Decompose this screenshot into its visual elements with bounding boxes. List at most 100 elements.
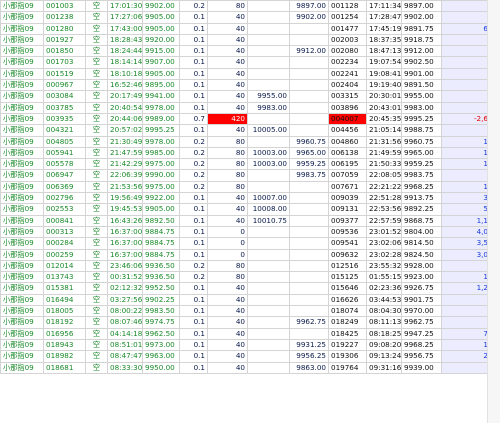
product-name-cell: 小那指09: [0, 214, 44, 227]
take-profit-cell: 9983.75: [289, 169, 329, 182]
table-row[interactable]: 小那指09 001003 空 17:01:30 9902.00 0.2 80 9897.00 0…: [0, 0, 500, 13]
table-row[interactable]: 小那指09 000967 空 16:52:46 9895.00 0.1 40 002404 19…: [0, 79, 500, 92]
table-row[interactable]: 小那指09 006369 空 21:53:56 9975.00 0.2 80 007671 22…: [0, 180, 500, 194]
lots-cell: 0.1: [179, 316, 208, 329]
margin-cell: 80: [207, 271, 248, 284]
open-price-cell: 9978.00: [142, 101, 180, 114]
table-row[interactable]: 小那指09 002796 空 19:56:49 9922.00 0.1 40 10007.00…: [0, 192, 500, 205]
open-price-cell: 9884.75: [142, 237, 180, 250]
close-price-cell: 9939.00: [401, 361, 442, 374]
stop-loss-cell: 10010.75: [247, 214, 290, 227]
table-row[interactable]: 小那指09 001927 空 18:28:43 9920.00 0.1 40 002003 18…: [0, 33, 500, 47]
product-name-cell: 小那指09: [0, 56, 44, 69]
open-order-id-cell: 001927: [43, 33, 86, 47]
table-row[interactable]: 小那指09 001519 空 18:10:18 9905.00 0.1 40 002241 19…: [0, 67, 500, 81]
table-row[interactable]: 小那指09 018982 空 08:47:47 9963.00 0.1 40 9956.25 0…: [0, 350, 500, 363]
stop-loss-cell: [247, 67, 290, 81]
close-price-cell: 9968.25: [401, 180, 442, 194]
open-order-id-cell: 000259: [43, 248, 86, 261]
table-row[interactable]: 小那指09 004321 空 20:57:02 9995.25 0.1 40 10005.00…: [0, 124, 500, 137]
close-price-cell: 9983.75: [401, 169, 442, 182]
close-order-id-cell: 018425: [328, 327, 367, 340]
close-price-cell: 9901.75: [401, 293, 442, 307]
product-name-cell: 小那指09: [0, 67, 44, 81]
product-name-cell: 小那指09: [0, 90, 44, 103]
open-time-cell: 18:24:44: [107, 45, 143, 58]
take-profit-cell: [289, 192, 329, 205]
margin-cell: 80: [207, 169, 248, 182]
lots-cell: 0.1: [179, 214, 208, 227]
close-time-cell: 23:02:06: [366, 237, 402, 250]
open-time-cell: 16:52:46: [107, 79, 143, 92]
open-order-id-cell: 004805: [43, 135, 86, 148]
close-order-id-cell: 015646: [328, 282, 367, 295]
lots-cell: 0.1: [179, 350, 208, 363]
open-price-cell: 9973.00: [142, 338, 180, 352]
table-row[interactable]: 小那指09 016956 空 04:14:18 9962.50 0.1 40 018425 08…: [0, 327, 500, 340]
table-row[interactable]: 小那指09 003935 空 20:44:06 9989.00 0.7 420 004007 2…: [0, 112, 500, 126]
close-order-id-cell: 004007: [328, 112, 367, 126]
take-profit-cell: [289, 293, 329, 307]
close-order-id-cell: 002241: [328, 67, 367, 81]
stop-loss-cell: 10003.00: [247, 146, 290, 160]
open-price-cell: 9922.00: [142, 192, 180, 205]
vertical-scrollbar[interactable]: [487, 0, 500, 423]
margin-cell: 40: [207, 305, 248, 318]
table-row[interactable]: 小那指09 005578 空 21:42:29 9975.00 0.2 80 10003.00…: [0, 158, 500, 171]
table-row[interactable]: 小那指09 016494 空 03:27:56 9902.25 0.1 40 016626 03…: [0, 293, 500, 307]
product-name-cell: 小那指09: [0, 293, 44, 307]
close-time-cell: 09:31:16: [366, 361, 402, 374]
open-time-cell: 00:31:52: [107, 271, 143, 284]
margin-cell: 80: [207, 135, 248, 148]
product-name-cell: 小那指09: [0, 192, 44, 205]
margin-cell: 40: [207, 361, 248, 374]
table-row[interactable]: 小那指09 015381 空 02:12:32 9952.50 0.1 40 015646 02…: [0, 282, 500, 295]
close-order-id-cell: 012516: [328, 259, 367, 273]
table-row[interactable]: 小那指09 000284 空 16:37:00 9884.75 0.1 0 009541 23:…: [0, 237, 500, 250]
open-time-cell: 08:07:46: [107, 316, 143, 329]
lots-cell: 0.1: [179, 237, 208, 250]
direction-cell: 空: [85, 305, 108, 318]
table-row[interactable]: 小那指09 001703 空 18:14:14 9907.00 0.1 40 002234 19…: [0, 56, 500, 69]
open-price-cell: 9936.50: [142, 259, 180, 273]
margin-cell: 40: [207, 338, 248, 352]
close-price-cell: 9959.25: [401, 158, 442, 171]
table-row[interactable]: 小那指09 018192 空 08:07:46 9974.75 0.1 40 9962.75 0…: [0, 316, 500, 329]
open-time-cell: 21:42:29: [107, 158, 143, 171]
product-name-cell: 小那指09: [0, 259, 44, 273]
table-row[interactable]: 小那指09 002553 空 19:45:53 9905.00 0.1 40 10008.00…: [0, 203, 500, 216]
table-row[interactable]: 小那指09 001280 空 17:43:00 9905.00 0.1 40 001477 17…: [0, 22, 500, 35]
table-row[interactable]: 小那指09 005941 空 21:47:59 9985.00 0.2 80 10003.00…: [0, 146, 500, 160]
table-row[interactable]: 小那指09 018943 空 08:51:01 9973.00 0.1 40 9931.25 0…: [0, 338, 500, 352]
open-time-cell: 20:44:06: [107, 112, 143, 126]
product-name-cell: 小那指09: [0, 124, 44, 137]
close-price-cell: 9868.75: [401, 214, 442, 227]
table-row[interactable]: 小那指09 001238 空 17:27:06 9905.00 0.1 40 9902.00 0…: [0, 11, 500, 24]
open-order-id-cell: 016956: [43, 327, 86, 340]
table-row[interactable]: 小那指09 006947 空 22:06:39 9990.00 0.2 80 9983.75 0…: [0, 169, 500, 182]
table-row[interactable]: 小那指09 001850 空 18:24:44 9915.00 0.1 40 9912.00 0…: [0, 45, 500, 58]
lots-cell: 0.1: [179, 45, 208, 58]
table-row[interactable]: 小那指09 012014 空 23:46:06 9936.50 0.2 80 012516 23…: [0, 259, 500, 273]
table-row[interactable]: 小那指09 004805 空 21:30:49 9978.00 0.2 80 9960.75 0…: [0, 135, 500, 148]
close-price-cell: 9913.75: [401, 192, 442, 205]
table-row[interactable]: 小那指09 003785 空 20:40:54 9978.00 0.1 40 9983.00 0…: [0, 101, 500, 114]
open-price-cell: 9990.00: [142, 169, 180, 182]
close-time-cell: 19:19:40: [366, 79, 402, 92]
close-price-cell: 9902.50: [401, 56, 442, 69]
stop-loss-cell: [247, 33, 290, 47]
table-row[interactable]: 小那指09 013743 空 00:31:52 9936.50 0.2 80 015125 01…: [0, 271, 500, 284]
table-row[interactable]: 小那指09 000841 空 16:43:26 9892.50 0.1 40 10010.75…: [0, 214, 500, 227]
table-row[interactable]: 小那指09 000313 空 16:37:00 9884.75 0.1 0 009536 23:…: [0, 225, 500, 239]
close-order-id-cell: 004456: [328, 124, 367, 137]
close-order-id-cell: 002404: [328, 79, 367, 92]
table-row[interactable]: 小那指09 018681 空 08:33:30 9950.00 0.1 40 9863.00 0…: [0, 361, 500, 374]
stop-loss-cell: [247, 293, 290, 307]
close-price-cell: 9960.75: [401, 135, 442, 148]
open-order-id-cell: 003935: [43, 112, 86, 126]
open-time-cell: 04:14:18: [107, 327, 143, 340]
table-row[interactable]: 小那指09 000259 空 16:37:00 9884.75 0.1 0 009632 23:…: [0, 248, 500, 261]
table-row[interactable]: 小那指09 003084 空 20:17:49 9941.00 0.1 40 9955.00 0…: [0, 90, 500, 103]
open-time-cell: 08:47:47: [107, 350, 143, 363]
table-row[interactable]: 小那指09 018005 空 08:00:22 9983.50 0.1 40 018074 08…: [0, 305, 500, 318]
